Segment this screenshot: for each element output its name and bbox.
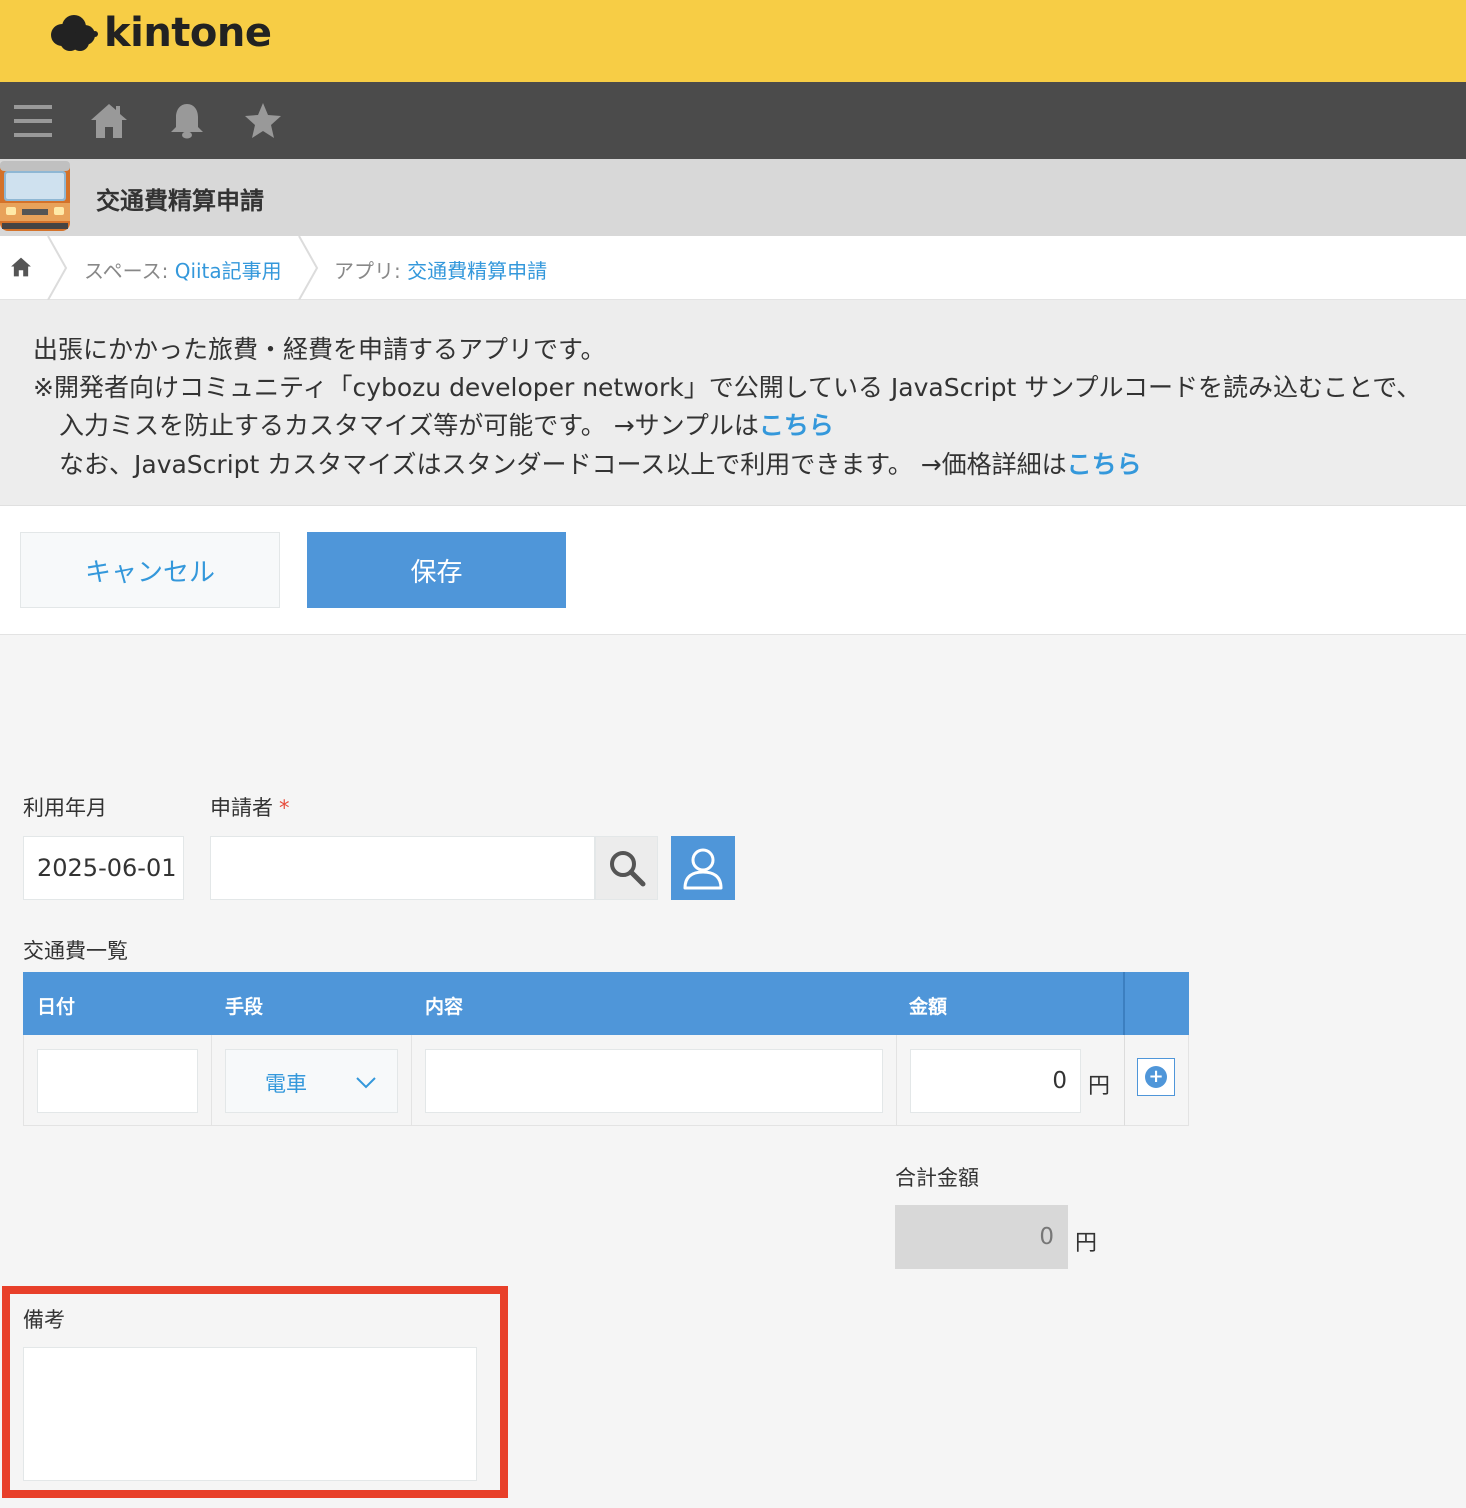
description-line-1: 出張にかかった旅費・経費を申請するアプリです。 <box>33 335 606 364</box>
app-header: 交通費精算申請 <box>0 159 1466 236</box>
column-content: 内容 <box>425 996 464 1018</box>
row-amount-unit: 円 <box>1088 1074 1111 1099</box>
description-line-3: 入力ミスを防止するカスタマイズ等が可能です。 →サンプルはこちら <box>59 411 834 440</box>
plus-icon: + <box>1145 1066 1167 1088</box>
month-date-input[interactable]: 2025-06-01 <box>23 836 184 900</box>
home-icon[interactable] <box>86 82 132 159</box>
breadcrumb-app-link[interactable]: 交通費精算申請 <box>407 259 547 283</box>
menu-icon[interactable] <box>8 82 58 159</box>
total-unit: 円 <box>1075 1231 1098 1256</box>
breadcrumb-app[interactable]: アプリ: 交通費精算申請 <box>334 255 547 284</box>
cell-divider <box>211 1035 212 1126</box>
row-content-input[interactable] <box>425 1049 883 1113</box>
cell-divider <box>896 1035 897 1126</box>
applicant-search-button[interactable] <box>595 836 658 900</box>
global-nav <box>0 82 1466 159</box>
record-toolbar: キャンセル 保存 <box>0 506 1466 635</box>
total-value: 0 <box>895 1205 1068 1269</box>
row-amount-input[interactable]: 0 <box>910 1049 1081 1113</box>
bell-icon[interactable] <box>164 82 210 159</box>
sample-link[interactable]: こちら <box>759 411 834 440</box>
month-label: 利用年月 <box>23 796 107 820</box>
total-label: 合計金額 <box>895 1166 979 1190</box>
user-icon <box>683 848 723 890</box>
row-method-select[interactable]: 電車 <box>225 1049 398 1113</box>
row-method-value: 電車 <box>265 1072 307 1096</box>
breadcrumb-home-icon[interactable] <box>10 256 32 282</box>
bus-app-icon <box>0 161 70 231</box>
column-method: 手段 <box>225 996 264 1018</box>
breadcrumb: スペース: Qiita記事用 アプリ: 交通費精算申請 <box>0 236 1466 300</box>
applicant-label: 申請者 * <box>210 796 290 820</box>
expense-table-header: 日付 手段 内容 金額 <box>23 972 1189 1035</box>
applicant-input[interactable] <box>210 836 595 900</box>
cloud-logo-icon <box>51 15 98 51</box>
pricing-link[interactable]: こちら <box>1067 450 1142 479</box>
description-line-2: ※開発者向けコミュニティ「cybozu developer network」で公… <box>33 373 1422 402</box>
cell-divider <box>411 1035 412 1126</box>
row-action-cell: + <box>1124 1035 1189 1126</box>
row-date-input[interactable] <box>37 1049 198 1113</box>
expense-table-label: 交通費一覧 <box>23 939 128 963</box>
breadcrumb-separator <box>298 236 319 300</box>
column-date: 日付 <box>37 996 76 1018</box>
column-amount: 金額 <box>909 996 948 1018</box>
notes-textarea[interactable] <box>23 1347 477 1481</box>
notes-label: 備考 <box>23 1308 65 1332</box>
header-divider <box>1123 972 1125 1035</box>
save-button[interactable]: 保存 <box>307 532 566 608</box>
kintone-logo[interactable]: kintone <box>48 10 272 56</box>
star-icon[interactable] <box>240 82 286 159</box>
breadcrumb-separator <box>47 236 68 300</box>
app-title[interactable]: 交通費精算申請 <box>96 181 264 216</box>
logo-text: kintone <box>104 10 272 56</box>
breadcrumb-space[interactable]: スペース: Qiita記事用 <box>84 255 282 284</box>
breadcrumb-space-link[interactable]: Qiita記事用 <box>175 259 282 283</box>
app-description: 出張にかかった旅費・経費を申請するアプリです。 ※開発者向けコミュニティ「cyb… <box>0 300 1466 506</box>
search-icon <box>609 851 645 887</box>
select-user-button[interactable] <box>671 836 735 900</box>
required-mark: * <box>279 796 290 820</box>
cancel-button[interactable]: キャンセル <box>20 532 280 608</box>
description-line-4: なお、JavaScript カスタマイズはスタンダードコース以上で利用できます。… <box>59 450 1142 479</box>
add-row-button[interactable]: + <box>1137 1058 1175 1096</box>
top-header: kintone <box>0 0 1466 82</box>
chevron-down-icon <box>356 1077 376 1089</box>
